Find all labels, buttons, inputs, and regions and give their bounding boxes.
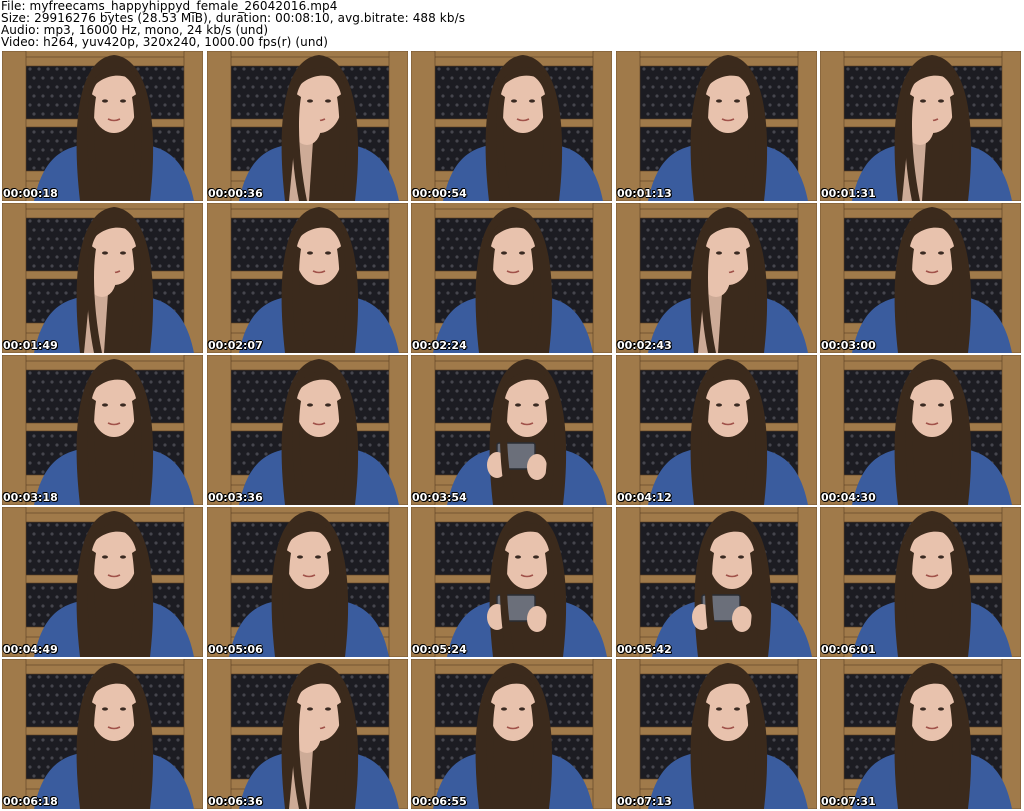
thumbnail-timestamp: 00:06:01 <box>821 643 876 656</box>
frame-image <box>411 203 612 353</box>
frame-image <box>2 659 203 809</box>
video-thumbnail: 00:01:31 <box>820 51 1021 201</box>
video-thumbnail: 00:00:54 <box>411 51 612 201</box>
thumbnail-timestamp: 00:03:54 <box>412 491 467 504</box>
video-thumbnail: 00:00:18 <box>2 51 203 201</box>
thumbnail-timestamp: 00:02:24 <box>412 339 467 352</box>
thumbnail-timestamp: 00:04:12 <box>617 491 672 504</box>
video-thumbnail: 00:07:31 <box>820 659 1021 809</box>
video-thumbnail: 00:06:55 <box>411 659 612 809</box>
thumbnail-timestamp: 00:01:13 <box>617 187 672 200</box>
video-thumbnail: 00:05:06 <box>207 507 408 657</box>
frame-image <box>2 355 203 505</box>
thumbnail-timestamp: 00:06:18 <box>3 795 58 808</box>
frame-image <box>411 51 612 201</box>
video-thumbnail: 00:03:36 <box>207 355 408 505</box>
thumbnail-timestamp: 00:02:43 <box>617 339 672 352</box>
frame-image <box>820 355 1021 505</box>
thumbnail-timestamp: 00:03:00 <box>821 339 876 352</box>
frame-image <box>2 507 203 657</box>
frame-image <box>207 51 408 201</box>
thumbnail-timestamp: 00:00:54 <box>412 187 467 200</box>
video-thumbnail: 00:04:49 <box>2 507 203 657</box>
frame-image <box>616 507 817 657</box>
video-thumbnail: 00:03:54 <box>411 355 612 505</box>
thumbnail-timestamp: 00:01:31 <box>821 187 876 200</box>
frame-image <box>616 355 817 505</box>
frame-image <box>820 51 1021 201</box>
thumbnail-timestamp: 00:05:24 <box>412 643 467 656</box>
video-thumbnail: 00:01:13 <box>616 51 817 201</box>
video-thumbnail: 00:07:13 <box>616 659 817 809</box>
thumbnail-timestamp: 00:00:36 <box>208 187 263 200</box>
frame-image <box>207 355 408 505</box>
video-thumbnail: 00:06:18 <box>2 659 203 809</box>
thumbnail-timestamp: 00:06:36 <box>208 795 263 808</box>
video-thumbnail: 00:04:30 <box>820 355 1021 505</box>
thumbnail-timestamp: 00:04:49 <box>3 643 58 656</box>
frame-image <box>820 659 1021 809</box>
thumbnail-timestamp: 00:04:30 <box>821 491 876 504</box>
frame-image <box>207 507 408 657</box>
video-thumbnail: 00:05:42 <box>616 507 817 657</box>
thumbnail-timestamp: 00:01:49 <box>3 339 58 352</box>
frame-image <box>411 507 612 657</box>
frame-image <box>207 203 408 353</box>
frame-image <box>820 507 1021 657</box>
frame-image <box>2 203 203 353</box>
video-thumbnail: 00:04:12 <box>616 355 817 505</box>
frame-image <box>2 51 203 201</box>
thumbnail-timestamp: 00:03:18 <box>3 491 58 504</box>
video-thumbnail: 00:01:49 <box>2 203 203 353</box>
thumbnail-timestamp: 00:05:42 <box>617 643 672 656</box>
video-thumbnail: 00:00:36 <box>207 51 408 201</box>
thumbnail-timestamp: 00:06:55 <box>412 795 467 808</box>
frame-image <box>820 203 1021 353</box>
thumbnail-timestamp: 00:05:06 <box>208 643 263 656</box>
video-thumbnail: 00:02:43 <box>616 203 817 353</box>
thumbnail-grid: 00:00:18 00:00:36 00:00:54 00:01:13 00:01:31… <box>2 51 1022 811</box>
thumbnail-timestamp: 00:00:18 <box>3 187 58 200</box>
video-thumbnail: 00:02:24 <box>411 203 612 353</box>
video-line: Video: h264, yuv420p, 320x240, 1000.00 f… <box>1 35 329 49</box>
video-thumbnail: 00:05:24 <box>411 507 612 657</box>
thumbnail-timestamp: 00:03:36 <box>208 491 263 504</box>
frame-image <box>616 203 817 353</box>
frame-image <box>411 659 612 809</box>
video-thumbnail: 00:03:18 <box>2 355 203 505</box>
video-thumbnail: 00:02:07 <box>207 203 408 353</box>
video-thumbnail: 00:06:36 <box>207 659 408 809</box>
frame-image <box>411 355 612 505</box>
info-header: File: myfreecams_happyhippyd_female_2604… <box>0 0 1024 50</box>
frame-image <box>616 51 817 201</box>
thumbnail-timestamp: 00:07:31 <box>821 795 876 808</box>
frame-image <box>616 659 817 809</box>
video-thumbnail: 00:06:01 <box>820 507 1021 657</box>
thumbnail-timestamp: 00:02:07 <box>208 339 263 352</box>
thumbnail-timestamp: 00:07:13 <box>617 795 672 808</box>
video-thumbnail: 00:03:00 <box>820 203 1021 353</box>
frame-image <box>207 659 408 809</box>
